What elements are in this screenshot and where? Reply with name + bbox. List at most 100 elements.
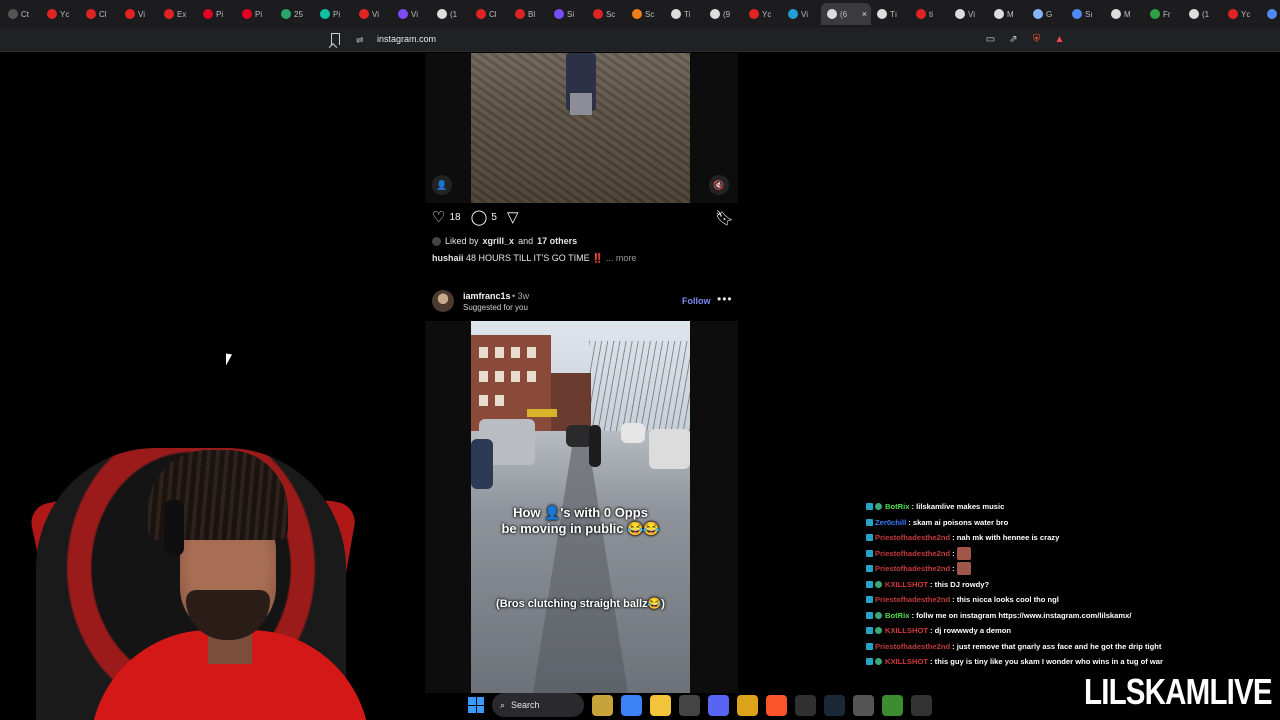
browser-tab[interactable]: (1 (1183, 3, 1222, 25)
more-options-icon[interactable]: ••• (717, 292, 733, 306)
tab-favicon-icon (8, 9, 18, 19)
like-icon[interactable]: ♡ (432, 210, 445, 225)
tab-favicon-icon (955, 9, 965, 19)
save-icon[interactable]: 🔖︎ (715, 209, 734, 227)
app2-icon[interactable] (882, 694, 903, 716)
tab-favicon-icon (877, 9, 887, 19)
file-explorer-icon[interactable] (650, 694, 671, 716)
browser-tab[interactable]: M (988, 3, 1027, 25)
app-icon[interactable] (853, 694, 874, 716)
post-1-media[interactable]: 👤 🔇 (425, 53, 738, 203)
others-link[interactable]: 17 others (537, 236, 577, 246)
browser-tab[interactable]: Sı (1066, 3, 1105, 25)
browser-tab[interactable]: Cl (470, 3, 509, 25)
store-icon[interactable] (679, 694, 700, 716)
chat-username: KXILLSHOT (885, 657, 929, 667)
cast-icon[interactable]: ▭ (983, 32, 998, 47)
browser-tab[interactable]: Vi (782, 3, 821, 25)
browser-tab[interactable]: Y (1261, 3, 1280, 25)
share-icon[interactable]: ⇗ (1006, 32, 1021, 47)
browser-tab[interactable]: (1 (431, 3, 470, 25)
browser-tab[interactable]: Fr (1144, 3, 1183, 25)
chrome-like-icon[interactable] (737, 694, 758, 716)
comment-count: 5 (491, 212, 497, 223)
post-1-video[interactable] (471, 53, 690, 203)
browser-tab[interactable]: Yc (41, 3, 80, 25)
chat-message: Priestofhadesthe2nd: nah mk with hennee … (866, 530, 1196, 546)
url-field[interactable]: instagram.com (377, 34, 436, 44)
4k-icon[interactable] (911, 694, 932, 716)
browser-tab[interactable]: (6 × (821, 3, 871, 25)
tab-title: (6 (840, 9, 848, 19)
browser-tab[interactable]: Ct (2, 3, 41, 25)
tab-title: Sc (606, 9, 616, 19)
browser-tab[interactable]: Yc (1222, 3, 1261, 25)
tab-title: Cl (99, 9, 107, 19)
mute-icon[interactable]: 🔇 (709, 175, 729, 195)
tab-favicon-icon (203, 9, 213, 19)
browser-tab[interactable]: Pi (314, 3, 353, 25)
platform-badge-icon (866, 503, 873, 511)
post-2-media[interactable]: How 👤's with 0 Opps be moving in public … (425, 321, 738, 693)
discord-icon[interactable] (708, 694, 729, 716)
browser-tab[interactable]: Pi (197, 3, 236, 25)
tab-title: Ex (177, 9, 187, 19)
widgets-icon[interactable] (592, 694, 613, 716)
start-icon[interactable] (468, 697, 484, 713)
liker-avatar (432, 236, 441, 246)
user-badge-icon (875, 503, 882, 511)
post-2-time: • 3w (512, 291, 530, 301)
tab-title: 25 (294, 9, 303, 19)
tab-favicon-icon (554, 9, 564, 19)
browser-tab[interactable]: 25 (275, 3, 314, 25)
tab-title: M (1007, 9, 1014, 19)
browser-tab[interactable]: Cl (80, 3, 119, 25)
post-2-username[interactable]: iamfranc1s (463, 291, 511, 301)
taskbar-search[interactable]: ⌕ Search (492, 693, 584, 717)
browser-tab[interactable]: G (1027, 3, 1066, 25)
browser-tab[interactable]: Sc (626, 3, 665, 25)
more-link[interactable]: ... more (606, 253, 637, 263)
browser-tab[interactable]: Vi (353, 3, 392, 25)
browser-tab[interactable]: Vi (119, 3, 158, 25)
browser-tab[interactable]: ti (910, 3, 949, 25)
comment-icon[interactable]: ◯ (471, 210, 488, 225)
user-badge-icon (875, 580, 882, 588)
steam-icon[interactable] (824, 694, 845, 716)
brave-icon[interactable] (766, 694, 787, 716)
platform-badge-icon (866, 627, 873, 635)
search-icon: ⌕ (500, 699, 506, 710)
avatar[interactable] (432, 290, 454, 312)
post-2-video[interactable]: How 👤's with 0 Opps be moving in public … (471, 321, 690, 693)
close-tab-icon[interactable]: × (862, 9, 867, 19)
browser-tab[interactable]: Pi (236, 3, 275, 25)
browser-tab[interactable]: Ex (158, 3, 197, 25)
tab-favicon-icon (47, 9, 57, 19)
tagged-user-icon[interactable]: 👤 (432, 175, 452, 195)
browser-tab[interactable]: Bl (509, 3, 548, 25)
browser-tab[interactable]: Yc (743, 3, 782, 25)
bookmark-icon[interactable] (331, 33, 340, 45)
liker-username[interactable]: xgrill_x (483, 236, 515, 246)
chat-text: : (952, 564, 955, 574)
tab-favicon-icon (1072, 9, 1082, 19)
brave-shield-icon[interactable]: ⛨ (1029, 32, 1044, 47)
browser-tab[interactable]: (9 (704, 3, 743, 25)
follow-button[interactable]: Follow (682, 296, 711, 306)
browser-tab[interactable]: Tı (871, 3, 910, 25)
caption-username[interactable]: hushaii (432, 253, 464, 263)
browser-tab[interactable]: Vi (392, 3, 431, 25)
platform-badge-icon (866, 534, 873, 542)
site-settings-icon[interactable]: ⇌ (356, 35, 364, 46)
brave-rewards-icon[interactable]: ▲ (1052, 32, 1067, 47)
browser-tab[interactable]: Sc (587, 3, 626, 25)
obs-icon[interactable] (795, 694, 816, 716)
browser-tab[interactable]: Ti (665, 3, 704, 25)
user-badge-icon (875, 611, 882, 619)
browser-tab[interactable]: Vi (949, 3, 988, 25)
share-icon[interactable]: ▽ (507, 210, 519, 225)
chat-message: Priestofhadesthe2nd: this nicca looks co… (866, 592, 1196, 608)
browser-tab[interactable]: M (1105, 3, 1144, 25)
copilot-icon[interactable] (621, 694, 642, 716)
browser-tab[interactable]: Si (548, 3, 587, 25)
